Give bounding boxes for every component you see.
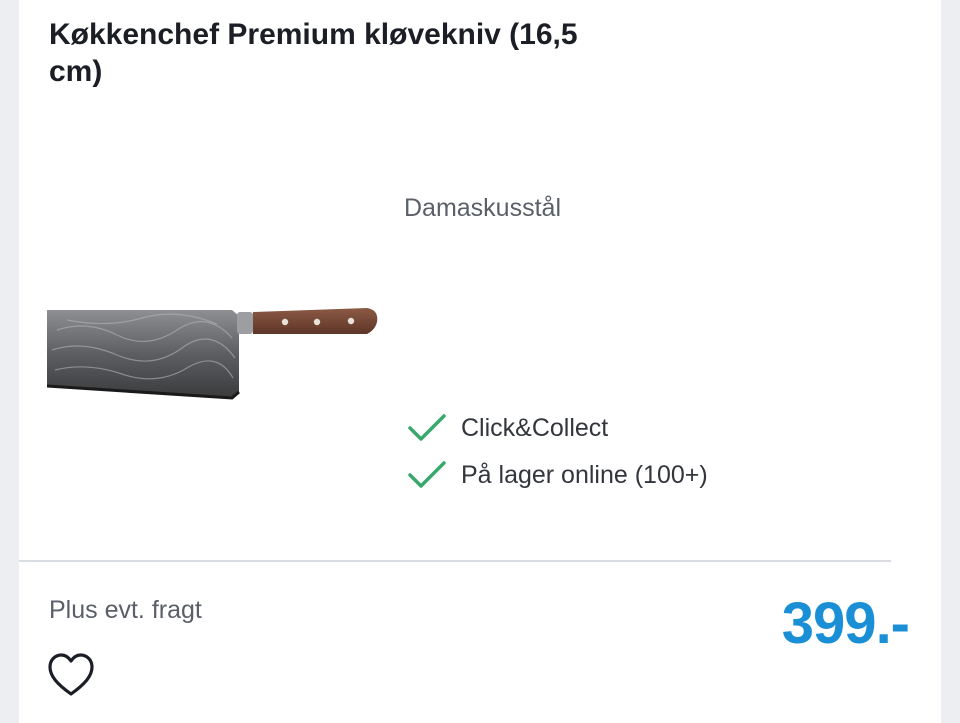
price: 399.-	[781, 591, 910, 656]
material-label: Damaskusstål	[404, 194, 561, 222]
heart-outline-icon[interactable]	[47, 652, 95, 700]
availability-click-collect: Click&Collect	[407, 410, 608, 446]
checkmark-icon	[408, 414, 446, 441]
divider	[19, 560, 891, 562]
availability-label: Click&Collect	[461, 413, 609, 442]
product-title[interactable]: Køkkenchef Premium kløvekniv (16,5 cm)	[49, 16, 629, 90]
availability-online-stock: På lager online (100+)	[407, 457, 708, 493]
checkmark-icon	[408, 461, 446, 488]
product-card[interactable]: Køkkenchef Premium kløvekniv (16,5 cm) D…	[19, 0, 941, 723]
availability-label: På lager online (100+)	[461, 460, 708, 489]
product-image[interactable]	[47, 300, 382, 405]
shipping-note: Plus evt. fragt	[49, 596, 202, 624]
